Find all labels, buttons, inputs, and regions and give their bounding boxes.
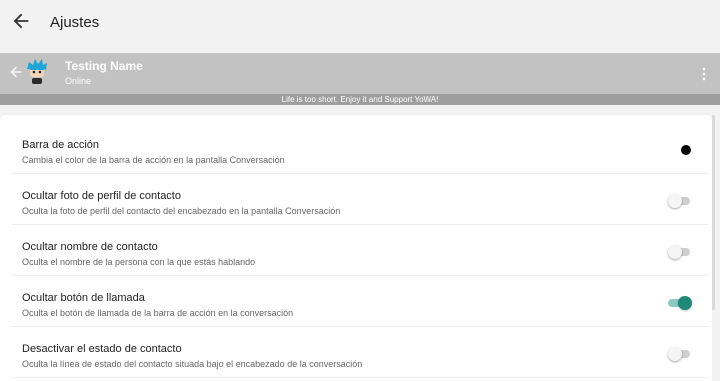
support-banner: Life is too short. Enjoy it and Support … <box>0 94 720 105</box>
avatar-icon <box>27 59 47 84</box>
more-vert-icon <box>702 67 706 81</box>
settings-card: Barra de acción Cambia el color de la ba… <box>0 115 712 381</box>
toggle-switch[interactable] <box>668 347 690 361</box>
arrow-left-icon <box>10 66 22 78</box>
color-swatch[interactable] <box>681 145 691 155</box>
setting-title: Barra de acción <box>22 139 100 151</box>
toggle-switch[interactable] <box>668 245 690 259</box>
setting-subtitle: Cambia el color de la barra de acción en… <box>22 155 285 165</box>
setting-action-bar-color[interactable]: Barra de acción Cambia el color de la ba… <box>12 123 708 174</box>
toggle-switch[interactable] <box>668 296 692 310</box>
setting-title: Desactivar el estado de contacto <box>22 343 182 355</box>
conversation-header-preview: Testing Name Online <box>0 53 720 94</box>
setting-disable-contact-status[interactable]: Desactivar el estado de contacto Oculta … <box>12 327 708 378</box>
arrow-left-icon[interactable] <box>10 10 32 32</box>
page-title: Ajustes <box>50 14 100 31</box>
setting-hide-call-button[interactable]: Ocultar botón de llamada Oculta el botón… <box>12 276 708 327</box>
contact-name: Testing Name <box>65 59 143 73</box>
app-bar: Ajustes <box>0 0 720 53</box>
toggle-switch[interactable] <box>668 194 690 208</box>
setting-title: Ocultar nombre de contacto <box>22 241 158 253</box>
setting-hide-contact-photo[interactable]: Ocultar foto de perfil de contacto Ocult… <box>12 174 708 225</box>
contact-status: Online <box>65 76 92 86</box>
setting-subtitle: Oculta la línea de estado del contacto s… <box>22 359 363 369</box>
setting-subtitle: Oculta la foto de perfil del contacto de… <box>22 206 341 216</box>
setting-title: Ocultar botón de llamada <box>22 292 145 304</box>
setting-hide-contact-name[interactable]: Ocultar nombre de contacto Oculta el nom… <box>12 225 708 276</box>
setting-title: Ocultar foto de perfil de contacto <box>22 190 181 202</box>
scrollbar[interactable] <box>712 115 715 310</box>
setting-subtitle: Oculta el nombre de la persona con la qu… <box>22 257 256 267</box>
setting-subtitle: Oculta el botón de llamada de la barra d… <box>22 308 294 318</box>
